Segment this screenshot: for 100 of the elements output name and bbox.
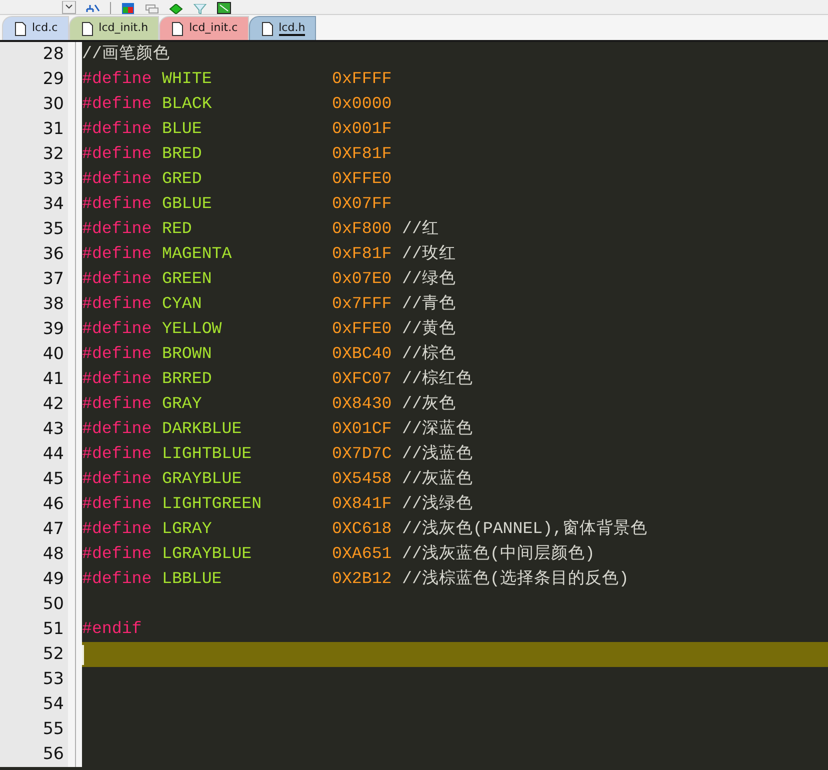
macro-name: MAGENTA [162,243,233,266]
macro-value: 0XFC07 [332,368,393,390]
code-comment: //红 [402,218,439,240]
macro-name: GREEN [162,268,213,290]
file-tab[interactable]: lcd.c [2,16,69,40]
macro-value: 0XF81F [332,143,393,166]
line-number: 49 [42,568,64,590]
macro-value: 0X2B12 [332,568,393,590]
macro-name: GBLUE [162,193,213,216]
line-number: 42 [42,393,64,416]
macro-value: 0XC618 [332,518,393,540]
macro-name: GRAYBLUE [162,468,243,490]
document-icon [82,22,93,36]
line-number: 45 [42,468,64,490]
dropdown-arrow-icon[interactable] [62,1,76,14]
line-number: 47 [42,518,64,540]
line-number: 46 [42,493,64,516]
macro-name: LIGHTGREEN [162,493,263,516]
macro-name: LIGHTBLUE [162,443,253,466]
define-keyword: #define [82,443,153,466]
window-layout-icon[interactable] [121,3,135,14]
code-comment: //玫红 [402,243,456,266]
file-tab[interactable]: lcd_init.c [159,16,249,40]
macro-value: 0X5458 [332,468,393,490]
file-tab[interactable]: lcd_init.h [68,16,160,40]
line-number: 41 [42,368,64,390]
macro-name: YELLOW [162,318,223,340]
macro-name: BROWN [162,343,213,366]
define-keyword: #define [82,543,153,566]
macro-name: BRRED [162,368,213,390]
hierarchy-icon[interactable] [86,4,100,14]
define-keyword: #define [82,418,153,440]
line-number: 31 [42,118,64,140]
macro-value: 0xFFFF [332,68,393,90]
macro-value: 0X07FF [332,193,393,216]
define-keyword: #define [82,518,153,540]
code-editor[interactable] [0,42,828,770]
define-keyword: #define [82,393,153,416]
line-number: 44 [42,443,64,466]
macro-name: LBBLUE [162,568,223,590]
macro-name: DARKBLUE [162,418,243,440]
macro-value: 0X01CF [332,418,393,440]
code-comment: //浅灰蓝色(中间层颜色) [402,543,595,566]
define-keyword: #define [82,343,153,366]
define-keyword: #define [82,168,153,190]
file-tab[interactable]: lcd.h [248,16,316,40]
code-comment: //黄色 [402,318,456,340]
line-number: 52 [42,643,64,666]
macro-value: 0XFFE0 [332,168,393,190]
define-keyword: #define [82,93,153,116]
define-keyword: #define [82,493,153,516]
macro-name: WHITE [162,68,213,90]
define-keyword: #define [82,568,153,590]
line-number: 30 [42,93,64,116]
preprocessor-directive: #endif [82,618,142,640]
code-comment: //浅蓝色 [402,443,473,466]
macro-value: 0xFFE0 [332,318,393,340]
macro-name: CYAN [162,293,203,316]
line-number: 32 [42,143,64,166]
define-keyword: #define [82,68,153,90]
macro-value: 0xF800 [332,218,393,240]
macro-value: 0XBC40 [332,343,393,366]
code-comment: //浅绿色 [402,493,473,516]
line-number: 29 [42,68,64,90]
line-number: 50 [42,593,64,616]
code-comment: //灰蓝色 [402,468,473,490]
define-keyword: #define [82,218,153,240]
document-icon [172,22,184,36]
line-number: 35 [42,218,64,240]
line-number: 33 [42,168,64,190]
code-comment: //棕色 [402,343,456,366]
line-number: 48 [42,543,64,566]
macro-value: 0XA651 [332,543,393,566]
macro-value: 0x07E0 [332,268,393,290]
line-number: 53 [42,668,64,690]
macro-value: 0x0000 [332,93,393,116]
code-comment: //深蓝色 [402,418,473,440]
macro-name: LGRAYBLUE [162,543,253,566]
line-number: 55 [42,718,64,740]
macro-name: GRED [162,168,203,190]
document-icon [262,22,273,36]
define-keyword: #define [82,468,153,490]
macro-value: 0X841F [332,493,393,516]
define-keyword: #define [82,143,153,166]
code-comment: //棕红色 [402,368,473,390]
define-keyword: #define [82,368,153,390]
line-number: 34 [42,193,64,216]
macro-name: BLACK [162,93,213,116]
image-icon[interactable] [217,2,231,14]
define-keyword: #define [82,243,153,266]
line-number: 54 [42,693,64,716]
macro-value: 0x7FFF [332,293,393,316]
code-comment: //绿色 [402,268,456,290]
macro-name: LGRAY [162,518,213,540]
define-keyword: #define [82,268,153,290]
code-comment: //浅棕蓝色(选择条目的反色) [402,568,629,590]
line-number: 56 [42,743,64,766]
line-number: 51 [42,618,64,640]
line-number: 38 [42,293,64,316]
line-number: 28 [42,43,64,66]
